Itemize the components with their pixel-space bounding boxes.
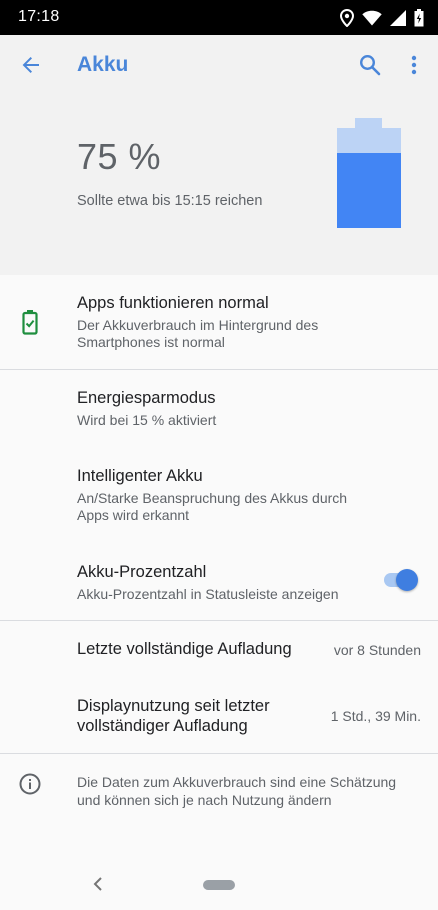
battery-percentage-title: Akku-Prozentzahl bbox=[77, 563, 207, 581]
battery-percentage-subtitle: Akku-Prozentzahl in Statusleiste anzeige… bbox=[77, 586, 339, 602]
location-icon bbox=[340, 9, 354, 27]
apps-status-title: Apps funktionieren normal bbox=[77, 294, 269, 312]
cell-signal-icon bbox=[390, 10, 406, 26]
wifi-icon bbox=[362, 10, 382, 26]
app-bar: Akku bbox=[0, 35, 438, 95]
battery-percentage-row[interactable]: Akku-Prozentzahl Akku-Prozentzahl in Sta… bbox=[0, 543, 438, 620]
search-button[interactable] bbox=[354, 49, 386, 81]
navigation-bar bbox=[0, 858, 438, 910]
last-full-charge-row: Letzte vollständige Aufladung vor 8 Stun… bbox=[0, 621, 438, 677]
page-title: Akku bbox=[77, 53, 129, 76]
adaptive-battery-subtitle: An/Starke Beanspruchung des Akkus durch … bbox=[77, 490, 348, 523]
screen-usage-row: Displaynutzung seit letzter vollständige… bbox=[0, 677, 438, 753]
last-full-charge-value: vor 8 Stunden bbox=[333, 642, 421, 658]
info-icon bbox=[19, 773, 41, 795]
last-full-charge-title: Letzte vollständige Aufladung bbox=[77, 640, 292, 658]
status-icons bbox=[340, 8, 424, 28]
info-text-line2: und können sich je nach Nutzung ändern bbox=[77, 792, 332, 808]
apps-status-row[interactable]: Apps funktionieren normal Der Akkuverbra… bbox=[0, 275, 438, 369]
battery-check-icon bbox=[22, 310, 38, 335]
info-footer: Die Daten zum Akkuverbrauch sind eine Sc… bbox=[0, 754, 438, 834]
battery-saver-title: Energiesparmodus bbox=[77, 389, 216, 407]
nav-back-icon[interactable] bbox=[88, 874, 108, 894]
battery-percentage-toggle[interactable] bbox=[382, 569, 418, 591]
apps-status-subtitle: Der Akkuverbrauch im Hintergrund des Sma… bbox=[77, 317, 319, 350]
screen-usage-title-line2: vollständiger Aufladung bbox=[77, 717, 248, 735]
status-time: 17:18 bbox=[18, 8, 60, 25]
battery-body-fill bbox=[337, 153, 401, 228]
battery-level-icon bbox=[337, 118, 401, 228]
adaptive-battery-title: Intelligenter Akku bbox=[77, 467, 203, 485]
search-icon bbox=[359, 54, 381, 76]
more-vert-icon bbox=[411, 55, 417, 75]
battery-level-text: 75 % bbox=[77, 136, 162, 177]
adaptive-battery-row[interactable]: Intelligenter Akku An/Starke Beanspruchu… bbox=[0, 448, 438, 543]
screen-usage-value: 1 Std., 39 Min. bbox=[330, 708, 421, 724]
screen-usage-title-line1: Displaynutzung seit letzter bbox=[77, 697, 270, 715]
info-text-line1: Die Daten zum Akkuverbrauch sind eine Sc… bbox=[77, 774, 397, 790]
toggle-thumb bbox=[396, 569, 418, 591]
home-pill-icon[interactable] bbox=[203, 880, 235, 890]
status-bar: 17:18 bbox=[0, 0, 438, 35]
battery-saver-row[interactable]: Energiesparmodus Wird bei 15 % aktiviert bbox=[0, 370, 438, 448]
battery-estimate: Sollte etwa bis 15:15 reichen bbox=[77, 193, 263, 209]
arrow-back-icon bbox=[22, 57, 39, 73]
battery-saver-subtitle: Wird bei 15 % aktiviert bbox=[77, 412, 217, 428]
battery-cap bbox=[355, 118, 382, 128]
battery-icon bbox=[414, 9, 424, 27]
more-options-button[interactable] bbox=[400, 49, 428, 81]
back-button[interactable] bbox=[15, 49, 47, 81]
